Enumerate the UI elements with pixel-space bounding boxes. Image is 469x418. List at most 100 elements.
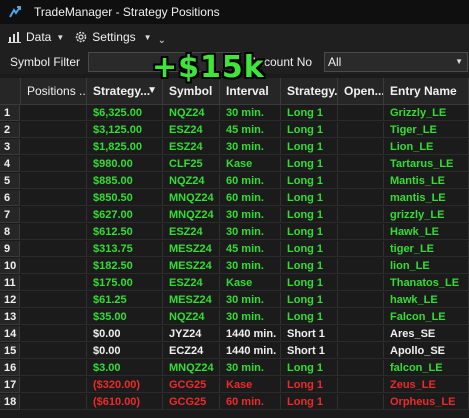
open-cell: [338, 224, 384, 240]
table-row[interactable]: 6 $850.50 MNQZ24 60 min. Long 1 mantis_LE: [0, 190, 469, 206]
table-row[interactable]: 2 $3,125.00 ESZ24 45 min. Long 1 Tiger_LE: [0, 122, 469, 138]
entry-name-cell: lion_LE: [384, 258, 469, 274]
interval-cell: 1440 min.: [220, 343, 281, 359]
table-row[interactable]: 7 $627.00 MNQZ24 30 min. Long 1 grizzly_LE: [0, 207, 469, 223]
col-strategy-position[interactable]: Strategy...: [281, 78, 338, 104]
positions-cell: [21, 207, 87, 223]
open-cell: [338, 292, 384, 308]
positions-cell: [21, 190, 87, 206]
entry-name-cell: grizzly_LE: [384, 207, 469, 223]
entry-name-cell: Apollo_SE: [384, 343, 469, 359]
table-row[interactable]: 18 ($610.00) GCG25 60 min. Long 1 Orpheus_LE: [0, 394, 469, 410]
positions-cell: [21, 377, 87, 393]
strategy-pnl-cell: $175.00: [87, 275, 163, 291]
positions-cell: [21, 173, 87, 189]
table-row[interactable]: 13 $35.00 NQZ24 30 min. Long 1 Falcon_LE: [0, 309, 469, 325]
strategy-pnl-cell: $627.00: [87, 207, 163, 223]
positions-cell: [21, 105, 87, 121]
strategy-position-cell: Long 1: [281, 258, 338, 274]
row-number: 6: [0, 190, 20, 206]
interval-cell: Kase: [220, 377, 281, 393]
open-cell: [338, 360, 384, 376]
interval-cell: 45 min.: [220, 122, 281, 138]
account-select-value: All: [328, 55, 342, 69]
interval-cell: 1440 min.: [220, 326, 281, 342]
strategy-position-cell: Long 1: [281, 377, 338, 393]
open-cell: [338, 377, 384, 393]
gear-icon: [76, 31, 87, 43]
symbol-filter-label: Symbol Filter: [10, 55, 81, 69]
table-row[interactable]: 3 $1,825.00 ESZ24 30 min. Long 1 Lion_LE: [0, 139, 469, 155]
open-cell: [338, 241, 384, 257]
symbol-cell: JYZ24: [163, 326, 220, 342]
strategy-position-cell: Long 1: [281, 360, 338, 376]
strategy-pnl-cell: ($320.00): [87, 377, 163, 393]
entry-name-cell: hawk_LE: [384, 292, 469, 308]
strategy-position-cell: Long 1: [281, 105, 338, 121]
row-number: 13: [0, 309, 20, 325]
row-number: 11: [0, 275, 20, 291]
strategy-pnl-cell: $1,825.00: [87, 139, 163, 155]
window-title: TradeManager - Strategy Positions: [34, 5, 220, 19]
table-row[interactable]: 8 $612.50 ESZ24 30 min. Long 1 Hawk_LE: [0, 224, 469, 240]
open-cell: [338, 173, 384, 189]
table-row[interactable]: 9 $313.75 MESZ24 45 min. Long 1 tiger_LE: [0, 241, 469, 257]
strategy-position-cell: Long 1: [281, 292, 338, 308]
strategy-pnl-cell: $35.00: [87, 309, 163, 325]
title-bar: TradeManager - Strategy Positions: [0, 0, 469, 24]
row-number: 12: [0, 292, 20, 308]
strategy-position-cell: Long 1: [281, 224, 338, 240]
symbol-cell: ESZ24: [163, 122, 220, 138]
table-row[interactable]: 17 ($320.00) GCG25 Kase Long 1 Zeus_LE: [0, 377, 469, 393]
bar-chart-icon: [8, 32, 21, 43]
table-row[interactable]: 11 $175.00 ESZ24 Kase Long 1 Thanatos_LE: [0, 275, 469, 291]
entry-name-cell: Grizzly_LE: [384, 105, 469, 121]
strategy-position-cell: Long 1: [281, 394, 338, 410]
row-number: 2: [0, 122, 20, 138]
interval-cell: 45 min.: [220, 241, 281, 257]
col-open[interactable]: Open...: [338, 78, 384, 104]
row-number: 14: [0, 326, 20, 342]
entry-name-cell: Lion_LE: [384, 139, 469, 155]
overflow-icon[interactable]: ⌄: [158, 35, 166, 46]
positions-cell: [21, 275, 87, 291]
settings-menu-button[interactable]: Settings ▼ ⌄: [74, 29, 166, 46]
interval-cell: 30 min.: [220, 105, 281, 121]
positions-cell: [21, 394, 87, 410]
row-number: 10: [0, 258, 20, 274]
entry-name-cell: falcon_LE: [384, 360, 469, 376]
interval-cell: Kase: [220, 156, 281, 172]
interval-cell: 30 min.: [220, 258, 281, 274]
open-cell: [338, 105, 384, 121]
symbol-cell: NQZ24: [163, 173, 220, 189]
interval-cell: Kase: [220, 275, 281, 291]
entry-name-cell: Orpheus_LE: [384, 394, 469, 410]
table-row[interactable]: 5 $885.00 NQZ24 60 min. Long 1 Mantis_LE: [0, 173, 469, 189]
open-cell: [338, 394, 384, 410]
row-number: 9: [0, 241, 20, 257]
table-row[interactable]: 16 $3.00 MNQZ24 30 min. Long 1 falcon_LE: [0, 360, 469, 376]
table-row[interactable]: 12 $61.25 MESZ24 30 min. Long 1 hawk_LE: [0, 292, 469, 308]
col-entry-name[interactable]: Entry Name: [384, 78, 469, 104]
col-positions[interactable]: Positions ...: [21, 78, 87, 104]
table-row[interactable]: 4 $980.00 CLF25 Kase Long 1 Tartarus_LE: [0, 156, 469, 172]
strategy-position-cell: Long 1: [281, 122, 338, 138]
open-cell: [338, 275, 384, 291]
symbol-cell: ECZ24: [163, 343, 220, 359]
chevron-down-icon: ▼: [143, 32, 152, 42]
table-row[interactable]: 15 $0.00 ECZ24 1440 min. Short 1 Apollo_SE: [0, 343, 469, 359]
data-menu-button[interactable]: Data ▼: [8, 30, 64, 44]
symbol-cell: ESZ24: [163, 139, 220, 155]
symbol-cell: MNQZ24: [163, 207, 220, 223]
open-cell: [338, 156, 384, 172]
table-row[interactable]: 1 $6,325.00 NQZ24 30 min. Long 1 Grizzly_LE: [0, 105, 469, 121]
strategy-pnl-cell: $313.75: [87, 241, 163, 257]
row-number-header: [0, 78, 21, 104]
table-row[interactable]: 10 $182.50 MESZ24 30 min. Long 1 lion_LE: [0, 258, 469, 274]
strategy-position-cell: Long 1: [281, 207, 338, 223]
strategy-position-cell: Long 1: [281, 156, 338, 172]
account-select[interactable]: All ▼: [324, 52, 468, 72]
table-row[interactable]: 14 $0.00 JYZ24 1440 min. Short 1 Ares_SE: [0, 326, 469, 342]
open-cell: [338, 190, 384, 206]
interval-cell: 30 min.: [220, 360, 281, 376]
